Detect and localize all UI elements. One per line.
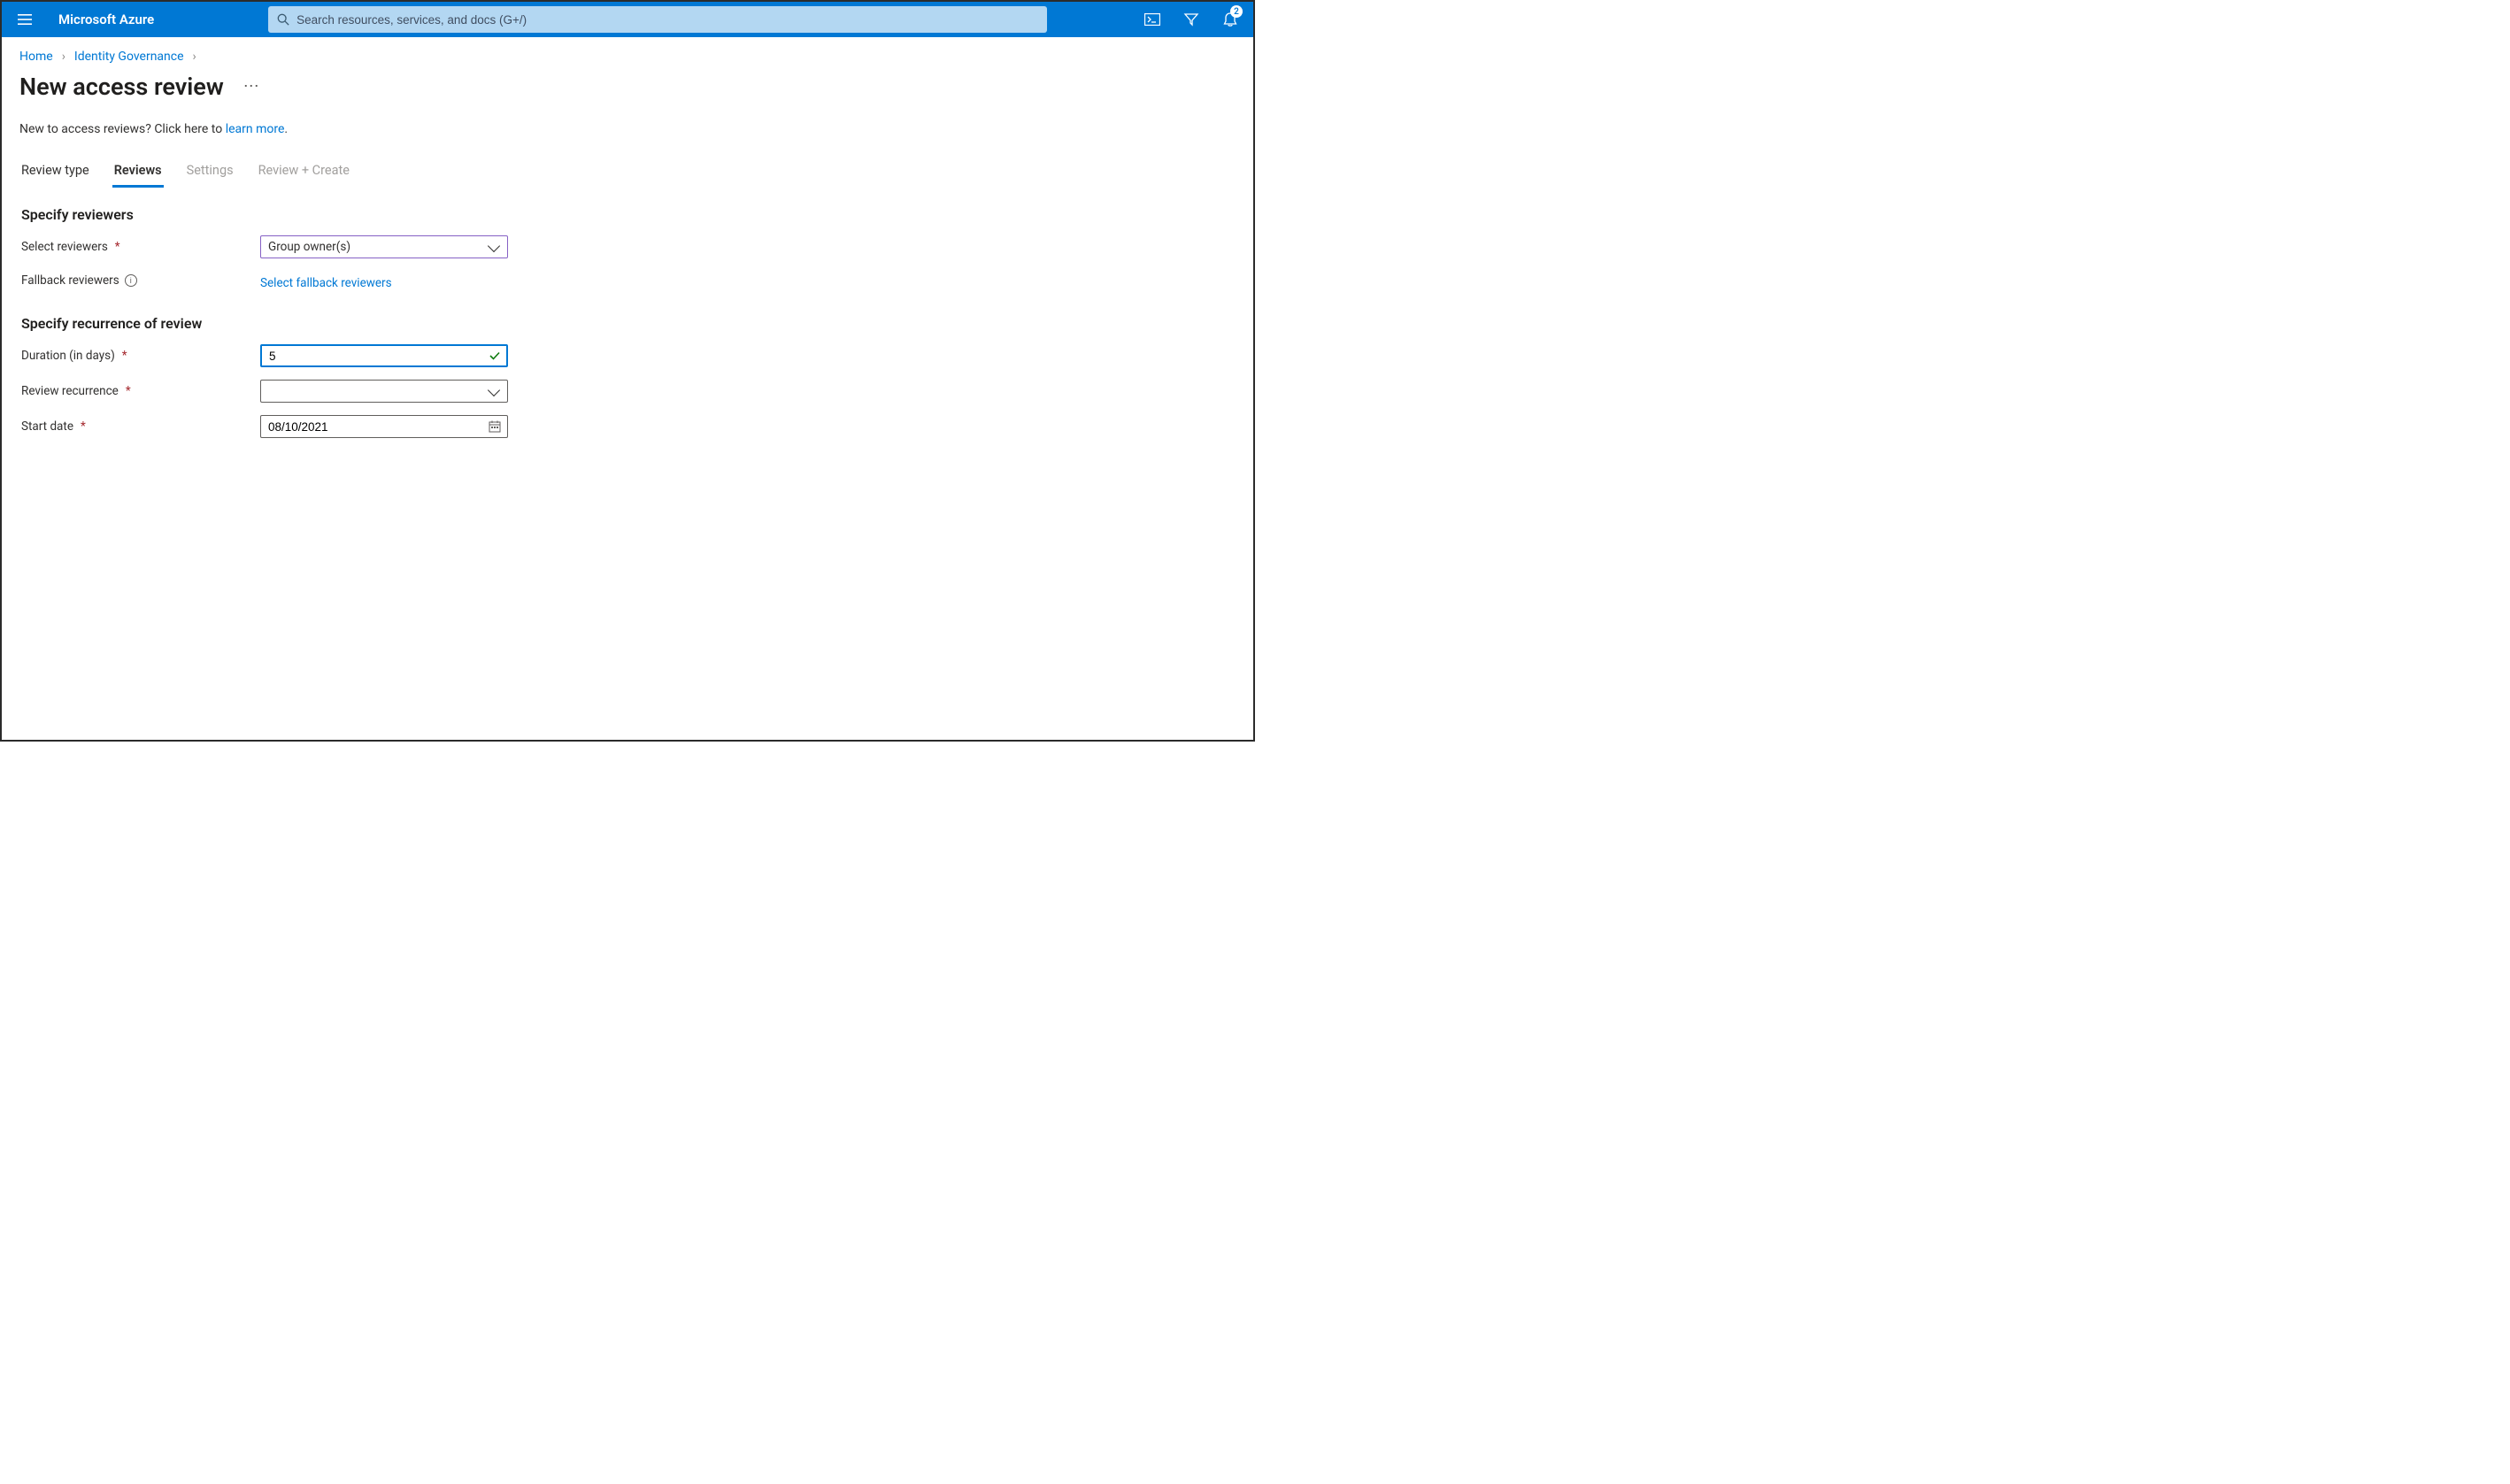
start-date-input[interactable]: [260, 415, 508, 438]
notifications-button[interactable]: 2: [1211, 2, 1250, 37]
more-actions-button[interactable]: ⋯: [243, 79, 259, 95]
duration-input[interactable]: [260, 344, 508, 367]
hamburger-menu[interactable]: [5, 2, 44, 37]
label-select-reviewers: Select reviewers *: [21, 240, 260, 254]
label-text: Duration (in days): [21, 349, 115, 363]
page-title: New access review: [19, 73, 224, 101]
select-fallback-reviewers-link[interactable]: Select fallback reviewers: [260, 276, 392, 290]
label-fallback-reviewers: Fallback reviewers i: [21, 273, 260, 288]
select-reviewers-dropdown[interactable]: Group owner(s): [260, 235, 508, 258]
breadcrumb-home[interactable]: Home: [19, 50, 53, 64]
tab-review-create[interactable]: Review + Create: [257, 158, 351, 187]
label-start-date: Start date *: [21, 419, 260, 434]
page-content: Home › Identity Governance › New access …: [2, 37, 1253, 463]
filter-icon: [1183, 12, 1199, 27]
row-start-date: Start date *: [21, 415, 1236, 438]
required-icon: *: [81, 419, 86, 434]
breadcrumb-identity-gov[interactable]: Identity Governance: [74, 50, 184, 64]
info-icon[interactable]: i: [125, 274, 137, 287]
topbar-icons: 2: [1133, 2, 1250, 37]
intro-suffix: .: [284, 122, 288, 136]
cloud-shell-button[interactable]: [1133, 2, 1172, 37]
check-icon: [489, 350, 501, 362]
label-text: Select reviewers: [21, 240, 108, 254]
search-box[interactable]: [268, 6, 1047, 33]
tabs: Review type Reviews Settings Review + Cr…: [19, 158, 1236, 187]
required-icon: *: [115, 240, 120, 254]
tab-reviews[interactable]: Reviews: [112, 158, 164, 187]
row-recurrence: Review recurrence *: [21, 380, 1236, 403]
tab-review-type[interactable]: Review type: [19, 158, 91, 187]
required-icon: *: [122, 349, 127, 363]
directories-button[interactable]: [1172, 2, 1211, 37]
row-duration: Duration (in days) *: [21, 344, 1236, 367]
chevron-down-icon: [488, 383, 500, 396]
tab-settings[interactable]: Settings: [185, 158, 235, 187]
section-specify-reviewers: Specify reviewers: [21, 206, 1236, 223]
row-select-reviewers: Select reviewers * Group owner(s): [21, 235, 1236, 258]
recurrence-dropdown[interactable]: [260, 380, 508, 403]
required-icon: *: [126, 384, 131, 398]
dropdown-value: Group owner(s): [268, 240, 350, 254]
chevron-right-icon: ›: [193, 50, 196, 64]
cloud-shell-icon: [1144, 13, 1160, 26]
calendar-icon[interactable]: [489, 420, 501, 433]
learn-more-link[interactable]: learn more: [226, 122, 285, 136]
intro-text: New to access reviews? Click here to lea…: [19, 122, 1236, 136]
hamburger-icon: [18, 14, 32, 25]
breadcrumb: Home › Identity Governance ›: [19, 50, 1236, 64]
search-icon: [277, 13, 289, 26]
search-input[interactable]: [296, 13, 1038, 27]
label-recurrence: Review recurrence *: [21, 384, 260, 398]
page-title-row: New access review ⋯: [19, 73, 1236, 101]
topbar: Microsoft Azure: [2, 2, 1253, 37]
chevron-down-icon: [488, 239, 500, 251]
label-text: Review recurrence: [21, 384, 119, 398]
label-text: Start date: [21, 419, 73, 434]
section-recurrence: Specify recurrence of review: [21, 315, 1236, 332]
label-duration: Duration (in days) *: [21, 349, 260, 363]
product-logo[interactable]: Microsoft Azure: [58, 12, 154, 27]
form: Specify reviewers Select reviewers * Gro…: [19, 206, 1236, 438]
notification-badge: 2: [1230, 5, 1243, 18]
search-wrap: [189, 6, 1126, 33]
intro-prefix: New to access reviews? Click here to: [19, 122, 226, 136]
chevron-right-icon: ›: [62, 50, 65, 64]
label-text: Fallback reviewers: [21, 273, 119, 288]
row-fallback-reviewers: Fallback reviewers i Select fallback rev…: [21, 271, 1236, 290]
